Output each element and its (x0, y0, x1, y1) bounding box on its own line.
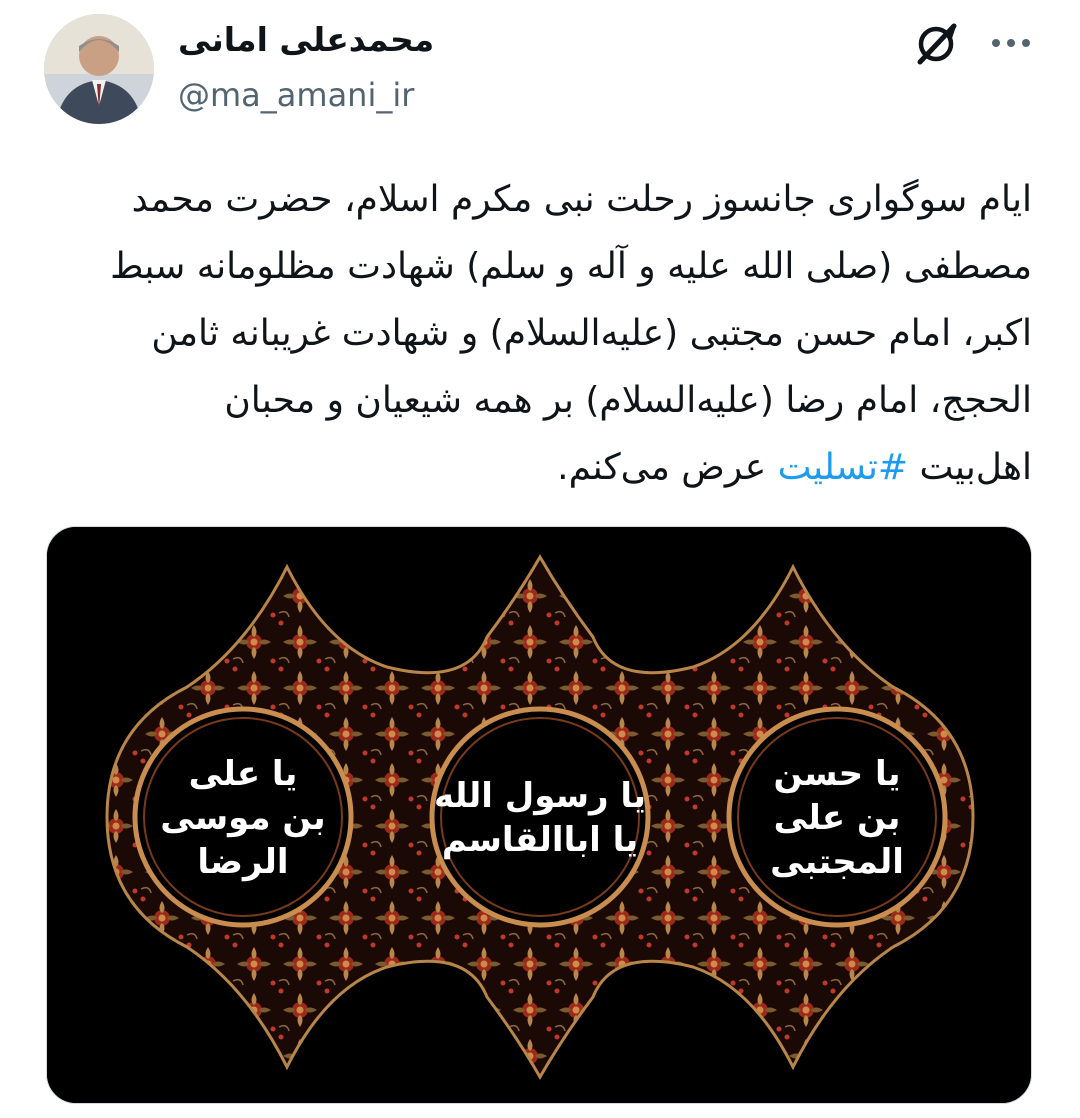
avatar[interactable] (44, 14, 154, 124)
tweet-line: الحجج، امام رضا (علیه‌السلام) بر همه شیع… (224, 380, 1032, 421)
medallion-calligraphy-text: یا حسن (773, 754, 900, 794)
calligraphy-medallion: یا علیبن موسیالرضا (132, 706, 354, 928)
medallion-calligraphy-text: بن علی (774, 798, 901, 838)
medallion-calligraphy-text: یا رسول الله (434, 776, 646, 816)
medallion-calligraphy-text: یا اباالقاسم (442, 820, 638, 860)
author-handle[interactable]: @ma_amani_ir (178, 76, 414, 114)
medallion-calligraphy-text: بن موسی (160, 798, 325, 838)
medallion-calligraphy-text: یا علی (189, 754, 298, 794)
tweet-line: اکبر، امام حسن مجتبی (علیه‌السلام) و شها… (151, 313, 1032, 354)
tweet-line: مصطفی (صلی الله علیه و آله و سلم) شهادت … (110, 246, 1032, 287)
tweet-text-segment: عرض می‌کنم. (557, 447, 778, 488)
tweet-image[interactable]: یا حسن بن علی المجتبی یا رسول الله یا اباالق… (46, 526, 1032, 1104)
medallion-ring (429, 706, 651, 928)
calligraphy-medallion: یا رسول اللهیا اباالقاسم (429, 706, 651, 928)
medallion-calligraphy-text: المجتبی (770, 842, 904, 882)
author-display-name[interactable]: محمدعلی امانی (178, 20, 434, 59)
more-icon[interactable] (986, 28, 1036, 58)
hashtag-link[interactable]: #تسلیت (778, 447, 908, 488)
tweet-line: اهل‌بیت #تسلیت عرض می‌کنم. (40, 434, 1032, 501)
mourning-banner-artwork: یا حسنبن علیالمجتبی یا رسول اللهیا اباالق… (47, 527, 1031, 1103)
tweet-text-segment: اهل‌بیت (908, 447, 1033, 488)
calligraphy-medallion: یا حسنبن علیالمجتبی (726, 706, 948, 928)
avatar-photo (44, 14, 154, 124)
tweet-text: ایام سوگواری جانسوز رحلت نبی مکرم اسلام،… (40, 166, 1032, 501)
grok-icon[interactable] (910, 18, 962, 70)
tweet-line: ایام سوگواری جانسوز رحلت نبی مکرم اسلام،… (131, 179, 1032, 220)
medallion-calligraphy-text: الرضا (197, 842, 288, 882)
